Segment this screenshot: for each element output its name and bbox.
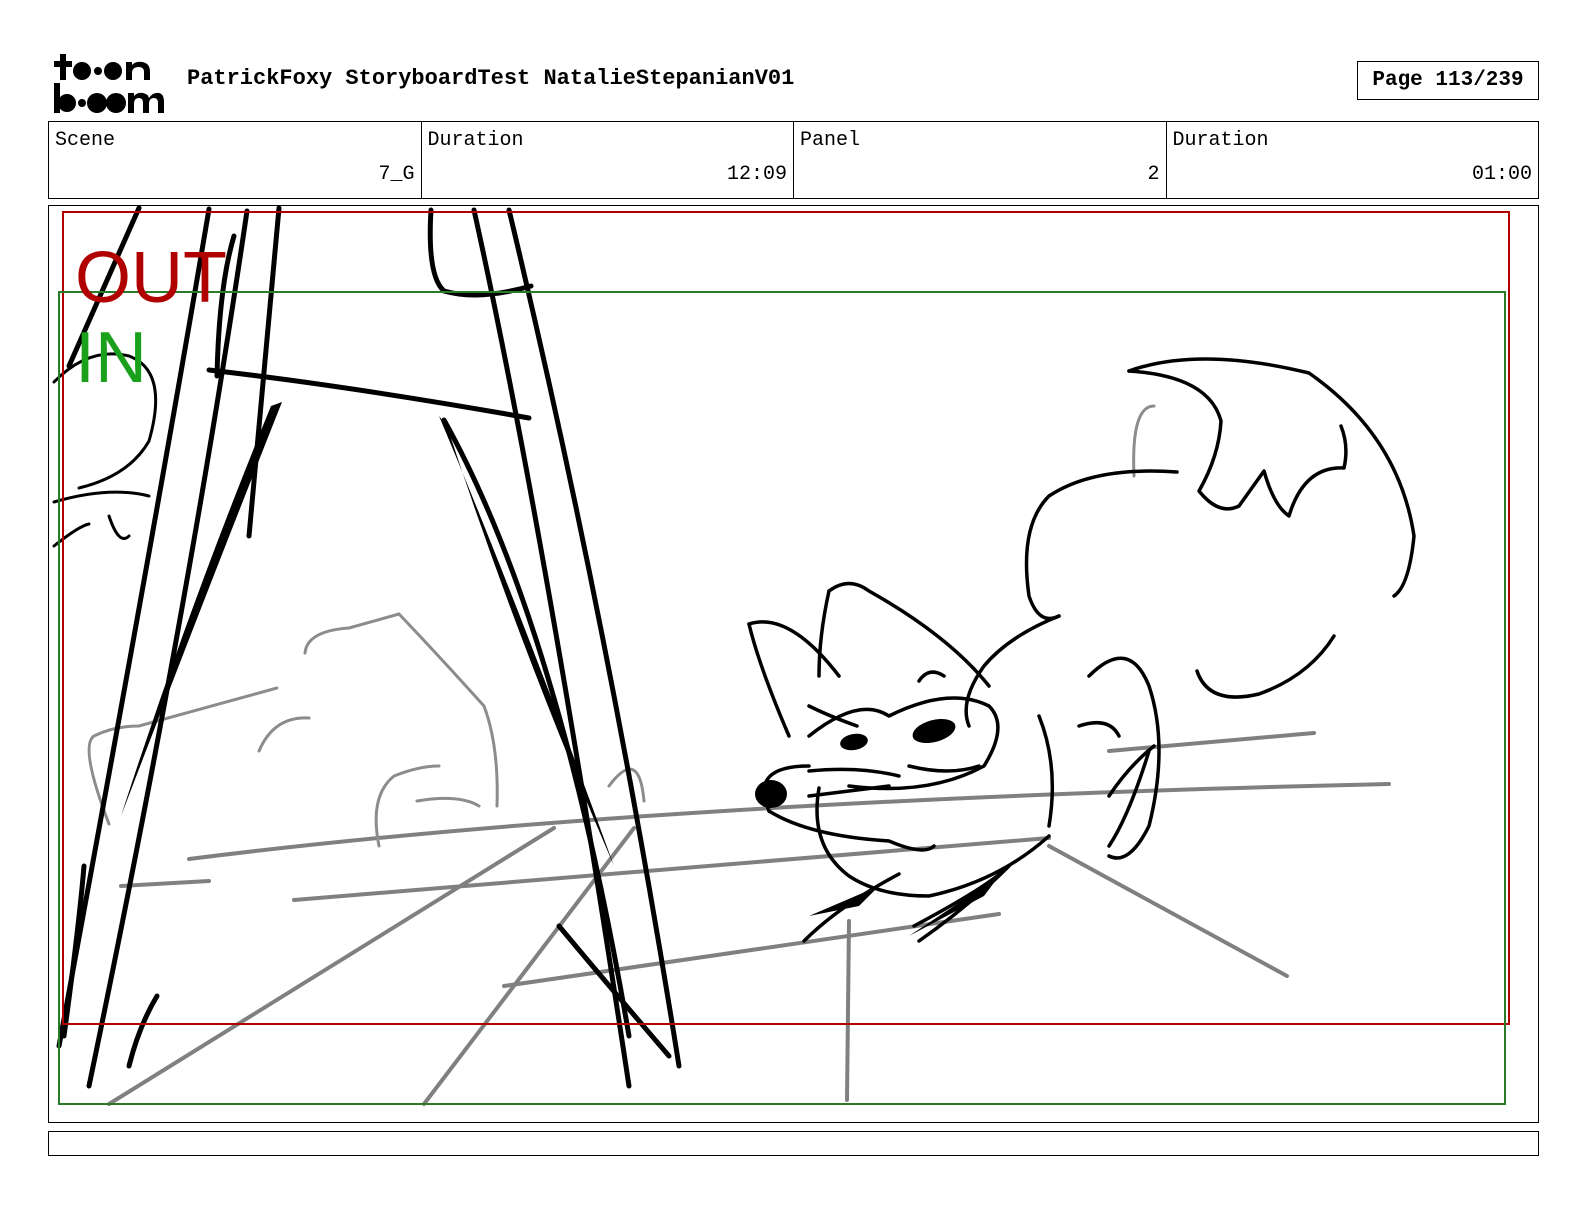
scene-duration-cell: Duration 12:09 bbox=[422, 122, 794, 198]
page-indicator: Page 113/239 bbox=[1357, 61, 1539, 100]
floor-guides bbox=[107, 731, 1391, 1106]
fox-features bbox=[755, 718, 999, 936]
foreground-leg-shading bbox=[121, 402, 614, 866]
toon-boom-logo bbox=[54, 54, 164, 113]
panel-duration-value: 01:00 bbox=[1471, 163, 1532, 186]
storyboard-panel: OUT IN bbox=[48, 205, 1539, 1123]
caption-bar bbox=[48, 1131, 1539, 1156]
panel-value: 2 bbox=[1147, 163, 1160, 186]
scene-value: 7_G bbox=[378, 163, 415, 186]
panel-sketch: OUT IN bbox=[52, 206, 1510, 1106]
scene-label: Scene bbox=[55, 129, 116, 152]
panel-duration-label: Duration bbox=[1172, 129, 1269, 152]
document-title: PatrickFoxy StoryboardTest NatalieStepan… bbox=[187, 66, 795, 91]
panel-label: Panel bbox=[800, 129, 861, 152]
scene-duration-label: Duration bbox=[427, 129, 524, 152]
panel-duration-cell: Duration 01:00 bbox=[1167, 122, 1539, 198]
safe-area-frames bbox=[58, 211, 1510, 1105]
out-label: OUT bbox=[75, 238, 227, 318]
foreground-legs bbox=[56, 206, 682, 1089]
in-label: IN bbox=[75, 318, 147, 398]
panel-info-table: Scene 7_G Duration 12:09 Panel 2 Duratio… bbox=[48, 121, 1539, 199]
scene-cell: Scene 7_G bbox=[49, 122, 422, 198]
panel-cell: Panel 2 bbox=[794, 122, 1167, 198]
scene-duration-value: 12:09 bbox=[726, 163, 787, 186]
